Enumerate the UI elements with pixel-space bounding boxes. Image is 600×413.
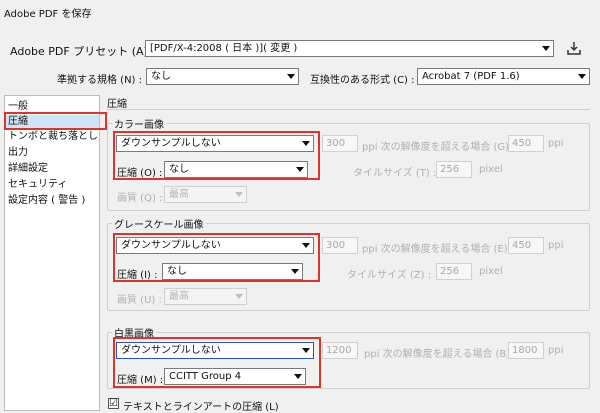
- mono-threshold-input[interactable]: 1800: [508, 342, 544, 359]
- mono-ppi-input[interactable]: 1200: [322, 342, 358, 359]
- chevron-down-icon: [287, 74, 295, 79]
- highlight-box: [4, 112, 107, 130]
- chevron-down-icon: [578, 74, 586, 79]
- chevron-down-icon: [542, 46, 550, 51]
- compat-label: 互換性のある形式 (C) :: [310, 75, 415, 86]
- gray-quality-value: 最高: [169, 291, 189, 302]
- standard-label: 準拠する規格 (N) :: [57, 75, 143, 86]
- chevron-down-icon: [235, 294, 243, 299]
- text-art-checkbox[interactable]: ☑: [108, 398, 119, 409]
- highlight-box: [113, 233, 320, 282]
- gray-threshold-unit: ppi: [548, 240, 564, 251]
- preset-dropdown[interactable]: [PDF/X-4:2008 ( 日本 )]( 変更 ): [145, 40, 554, 57]
- compat-dropdown[interactable]: Acrobat 7 (PDF 1.6): [417, 68, 590, 85]
- color-ppi-label: ppi 次の解像度を超える場合 (G): [362, 142, 510, 153]
- gray-threshold-input[interactable]: 450: [508, 237, 544, 254]
- color-ppi-input[interactable]: 300: [322, 135, 358, 152]
- standard-dropdown[interactable]: なし: [146, 68, 299, 85]
- gray-images-title: グレースケール画像: [112, 216, 206, 231]
- window-title: Adobe PDF を保存: [4, 9, 92, 20]
- color-threshold-unit: ppi: [548, 138, 564, 149]
- gray-tile-input[interactable]: 256: [436, 263, 472, 280]
- mono-threshold-unit: ppi: [548, 345, 564, 356]
- gray-ppi-label: ppi 次の解像度を超える場合 (E): [362, 244, 508, 255]
- color-quality-dropdown[interactable]: 最高: [164, 186, 247, 203]
- section-title: 圧縮: [107, 99, 127, 110]
- sidebar-item-security[interactable]: セキュリティ: [8, 178, 67, 192]
- text-art-label: テキストとラインアートの圧縮 (L): [123, 402, 279, 413]
- highlight-box: [113, 337, 321, 388]
- highlight-box: [113, 131, 320, 180]
- sidebar-item-summary[interactable]: 設定内容 ( 警告 ): [8, 194, 85, 208]
- export-preset-icon[interactable]: [566, 40, 582, 56]
- sidebar: 一般 圧縮 トンボと裁ち落とし 出力 詳細設定 セキュリティ 設定内容 ( 警告…: [4, 95, 100, 411]
- color-images-title: カラー画像: [112, 116, 166, 131]
- gray-ppi-input[interactable]: 300: [322, 237, 358, 254]
- color-quality-label: 画質 (Q) :: [117, 193, 163, 204]
- preset-value: [PDF/X-4:2008 ( 日本 )]( 変更 ): [150, 43, 298, 54]
- divider: [107, 109, 590, 110]
- compat-value: Acrobat 7 (PDF 1.6): [422, 71, 520, 82]
- gray-quality-label: 画質 (U) :: [117, 295, 162, 306]
- color-tile-input[interactable]: 256: [436, 161, 472, 178]
- preset-label: Adobe PDF プリセット (A) :: [10, 45, 156, 58]
- gray-tile-label: タイルサイズ (Z) :: [347, 270, 432, 281]
- gray-tile-unit: pixel: [479, 266, 503, 277]
- color-tile-unit: pixel: [479, 164, 503, 175]
- standard-value: なし: [151, 71, 171, 82]
- color-threshold-input[interactable]: 450: [508, 135, 544, 152]
- mono-ppi-label: ppi 次の解像度を超える場合 (B): [364, 349, 511, 360]
- color-tile-label: タイルサイズ (T) :: [353, 168, 437, 179]
- sidebar-item-marks-bleeds[interactable]: トンボと裁ち落とし: [8, 130, 98, 144]
- sidebar-item-output[interactable]: 出力: [8, 146, 28, 160]
- color-quality-value: 最高: [169, 189, 189, 200]
- gray-quality-dropdown[interactable]: 最高: [164, 288, 247, 305]
- chevron-down-icon: [235, 192, 243, 197]
- sidebar-item-advanced[interactable]: 詳細設定: [8, 162, 48, 176]
